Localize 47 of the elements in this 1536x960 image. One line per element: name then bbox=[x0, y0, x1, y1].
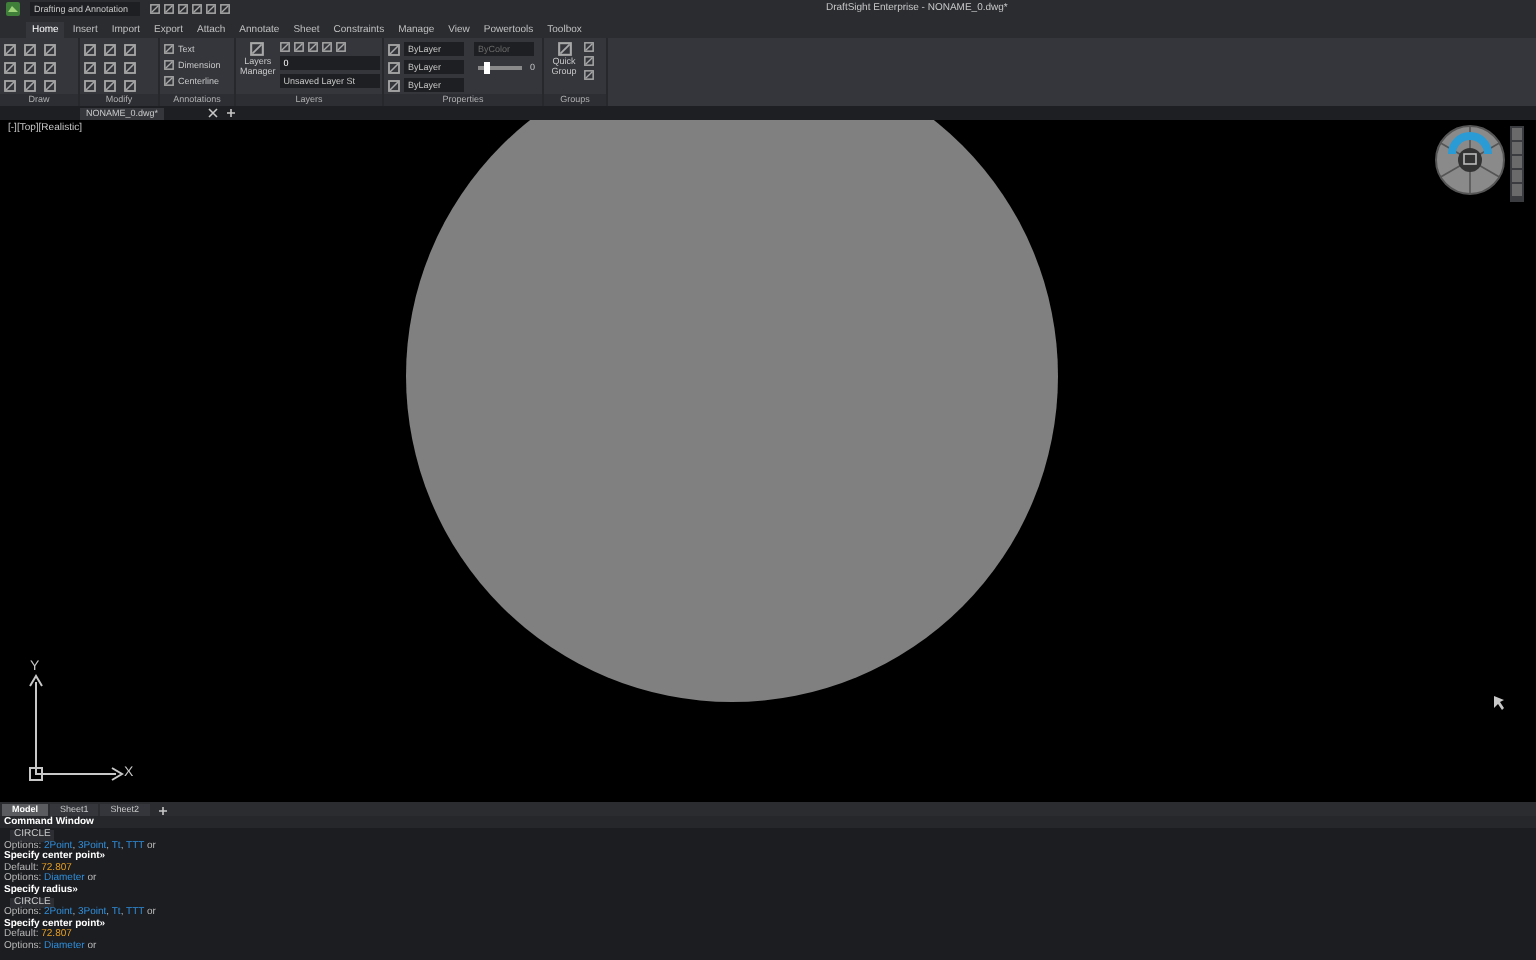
app-logo-icon bbox=[6, 2, 20, 16]
tool-icon[interactable] bbox=[220, 4, 230, 14]
add-tab-icon[interactable] bbox=[226, 108, 236, 118]
tool-icon[interactable] bbox=[388, 43, 400, 55]
tool-icon[interactable] bbox=[321, 42, 332, 52]
tool-icon[interactable] bbox=[584, 56, 594, 66]
tool-icon[interactable] bbox=[150, 4, 160, 14]
compass-wheel-icon[interactable] bbox=[1435, 125, 1505, 195]
tool-icon[interactable] bbox=[164, 4, 174, 14]
tool-icon[interactable] bbox=[335, 42, 346, 52]
tool-icon[interactable] bbox=[24, 44, 36, 56]
close-icon[interactable] bbox=[208, 108, 218, 118]
tool-icon[interactable] bbox=[192, 4, 202, 14]
tool-icon[interactable] bbox=[104, 44, 116, 56]
tool-icon[interactable] bbox=[124, 80, 136, 92]
tool-icon[interactable] bbox=[388, 79, 400, 91]
ucs-axis-icon bbox=[29, 674, 124, 781]
tool-icon[interactable] bbox=[84, 62, 96, 74]
tool-icon[interactable] bbox=[124, 44, 136, 56]
tool-icon[interactable] bbox=[4, 80, 16, 92]
tool-icon[interactable] bbox=[44, 62, 56, 74]
tool-icon[interactable] bbox=[250, 42, 265, 56]
tool-icon[interactable] bbox=[178, 4, 188, 14]
tool-icon[interactable] bbox=[24, 62, 36, 74]
tool-icon[interactable] bbox=[279, 42, 290, 52]
tool-icon[interactable] bbox=[164, 60, 174, 70]
add-tab-icon[interactable] bbox=[157, 805, 168, 815]
tool-icon[interactable] bbox=[584, 42, 594, 52]
tool-icon[interactable] bbox=[84, 44, 96, 56]
tool-icon[interactable] bbox=[164, 76, 174, 86]
tool-icon[interactable] bbox=[44, 80, 56, 92]
tool-icon[interactable] bbox=[307, 42, 318, 52]
tool-icon[interactable] bbox=[104, 80, 116, 92]
tool-icon[interactable] bbox=[24, 80, 36, 92]
tool-icon[interactable] bbox=[557, 42, 571, 56]
tool-icon[interactable] bbox=[84, 80, 96, 92]
tool-icon[interactable] bbox=[164, 44, 174, 54]
tool-icon[interactable] bbox=[124, 62, 136, 74]
tool-icon[interactable] bbox=[293, 42, 304, 52]
tool-icon[interactable] bbox=[388, 61, 400, 73]
tool-icon[interactable] bbox=[4, 44, 16, 56]
tool-icon[interactable] bbox=[4, 62, 16, 74]
tool-icon[interactable] bbox=[584, 70, 594, 80]
tool-icon[interactable] bbox=[206, 4, 216, 14]
tool-icon[interactable] bbox=[44, 44, 56, 56]
cursor-icon bbox=[1494, 696, 1504, 710]
tool-icon[interactable] bbox=[104, 62, 116, 74]
